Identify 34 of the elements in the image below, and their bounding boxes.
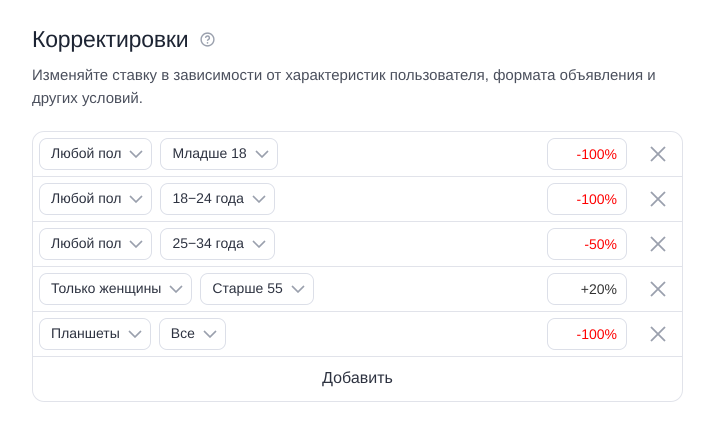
dropdown[interactable]: Планшеты (39, 318, 151, 350)
chevron-icon (129, 150, 144, 158)
percent-field[interactable]: -100% (547, 182, 627, 215)
chevron-icon (129, 240, 144, 248)
help-icon[interactable] (200, 32, 216, 48)
chevron-icon (129, 194, 144, 203)
percent-field[interactable]: +20% (547, 272, 627, 305)
dropdown[interactable]: 25−34 года (160, 228, 275, 260)
percent-field[interactable]: -50% (547, 228, 627, 260)
chevron-icon (169, 284, 184, 293)
close-icon[interactable] (648, 278, 668, 299)
chevron-icon (202, 330, 217, 338)
chevron-icon (254, 150, 269, 158)
close-icon[interactable] (648, 324, 668, 344)
dropdown[interactable]: Все (158, 318, 226, 350)
dropdown[interactable]: Любой пол (39, 138, 152, 170)
dropdown[interactable]: Старше 55 (200, 272, 314, 305)
close-icon[interactable] (648, 144, 668, 164)
dropdown[interactable]: 18−24 года (160, 182, 275, 215)
chevron-icon (252, 194, 266, 203)
dropdown[interactable]: Младше 18 (160, 138, 278, 170)
dropdown[interactable]: Любой пол (39, 228, 152, 260)
dropdown[interactable]: Только женщины (39, 272, 192, 305)
chevron-icon (290, 284, 305, 293)
description: Изменяйте ставку в зависимости от характеристик пользователя, формата объявления и других условий. (32, 66, 657, 109)
close-icon[interactable] (648, 188, 668, 209)
chevron-icon (252, 240, 266, 248)
close-icon[interactable] (648, 234, 668, 254)
dropdown[interactable]: Любой пол (39, 182, 152, 215)
chevron-icon (128, 330, 142, 338)
add-button[interactable]: Добавить (33, 356, 682, 401)
percent-field[interactable]: -100% (547, 138, 627, 170)
section-title: Корректировки (32, 26, 188, 54)
percent-field[interactable]: -100% (547, 318, 627, 350)
